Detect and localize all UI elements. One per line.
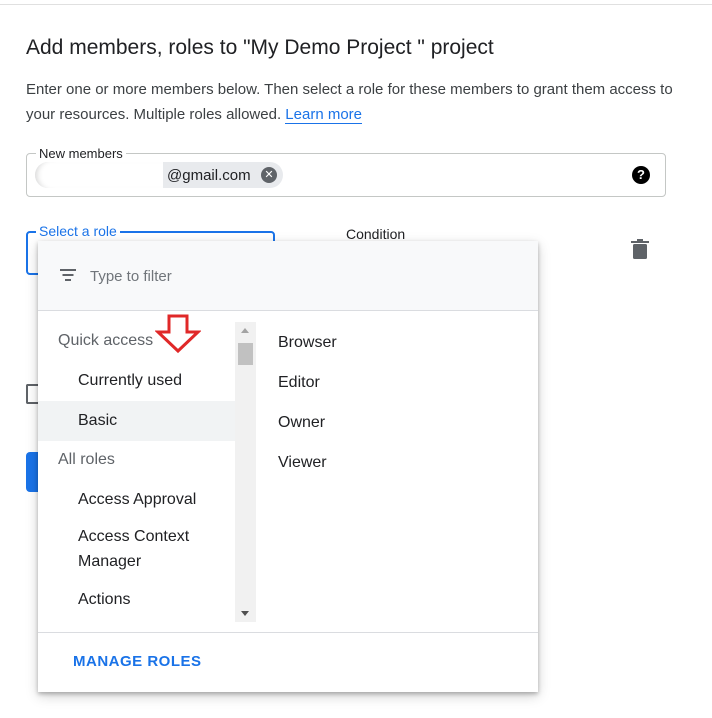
new-members-field[interactable]: New members @gmail.com ✕ ? <box>26 146 666 197</box>
role-item-owner[interactable]: Owner <box>278 412 325 434</box>
top-divider <box>0 4 712 5</box>
footer-divider <box>38 632 538 633</box>
category-item-basic[interactable]: Basic <box>38 401 235 441</box>
scroll-up-arrow-icon[interactable] <box>241 328 249 333</box>
help-icon[interactable]: ? <box>632 166 650 184</box>
role-dropdown: Quick access Currently used Basic All ro… <box>38 241 538 692</box>
filter-bar <box>38 241 538 311</box>
category-scrollbar[interactable] <box>235 322 256 622</box>
category-item-currently-used[interactable]: Currently used <box>38 368 235 396</box>
category-item-actions[interactable]: Actions <box>38 587 235 615</box>
new-members-label: New members <box>36 146 126 161</box>
filter-icon <box>60 269 76 281</box>
manage-roles-button[interactable]: MANAGE ROLES <box>73 653 202 670</box>
select-role-label: Select a role <box>36 224 120 239</box>
chip-remove-icon[interactable]: ✕ <box>261 167 277 183</box>
category-header-all-roles: All roles <box>58 451 115 468</box>
filter-input[interactable] <box>90 265 490 287</box>
role-item-browser[interactable]: Browser <box>278 332 337 354</box>
member-chip-text: @gmail.com <box>167 166 251 184</box>
scroll-down-arrow-icon[interactable] <box>241 611 249 616</box>
condition-label: Condition <box>346 226 406 242</box>
delete-icon[interactable] <box>631 239 649 259</box>
annotation-down-arrow-icon <box>155 314 201 354</box>
redacted-email-prefix <box>35 162 163 188</box>
category-item-access-context-manager[interactable]: Access Context Manager <box>38 524 235 576</box>
member-chip[interactable]: @gmail.com ✕ <box>35 162 283 188</box>
scroll-thumb[interactable] <box>238 343 253 365</box>
role-item-viewer[interactable]: Viewer <box>278 452 327 474</box>
learn-more-link[interactable]: Learn more <box>285 106 363 124</box>
page-title: Add members, roles to "My Demo Project "… <box>26 36 494 59</box>
category-header-quick-access: Quick access <box>58 332 154 349</box>
page-description: Enter one or more members below. Then se… <box>26 77 686 127</box>
role-item-editor[interactable]: Editor <box>278 372 320 394</box>
category-item-access-approval[interactable]: Access Approval <box>38 487 235 515</box>
role-category-list: Quick access Currently used Basic All ro… <box>38 322 235 622</box>
